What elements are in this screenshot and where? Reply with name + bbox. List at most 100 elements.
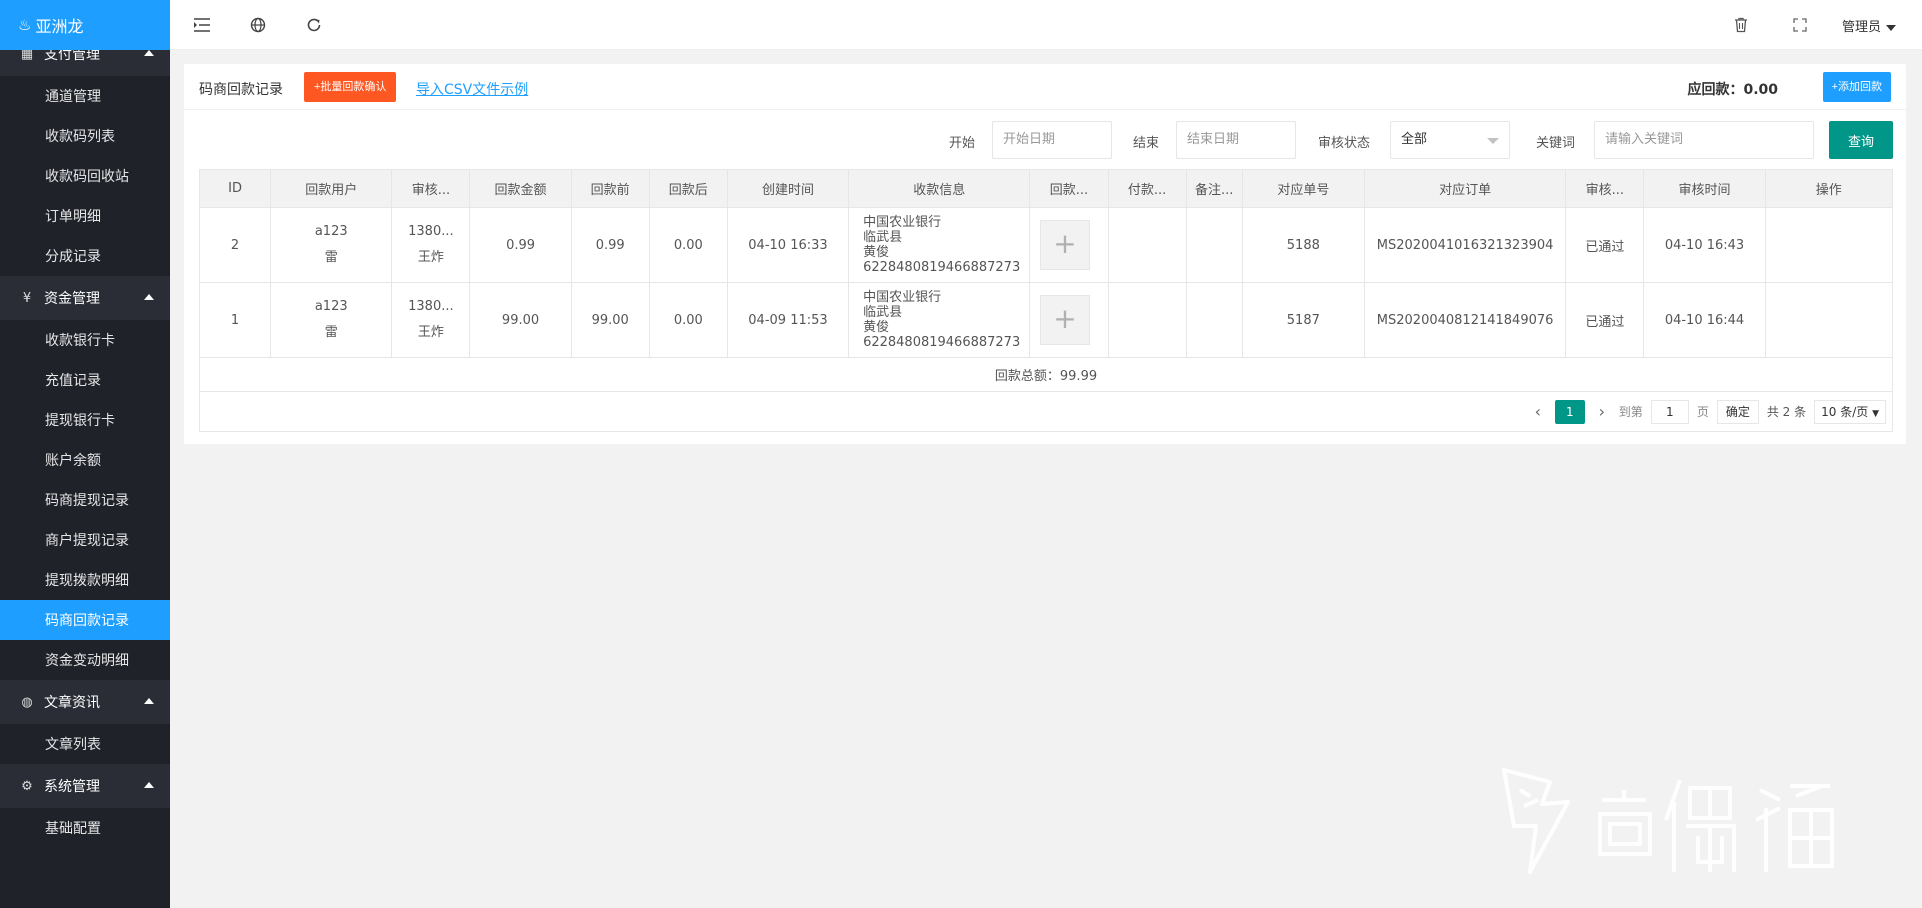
page-size-value: 10 条/页 [1821,404,1869,419]
cell-id: 2 [198,207,272,283]
sidebar-group-funds[interactable]: ¥ 资金管理 [0,276,170,320]
keyword-input[interactable]: 请输入关键词 [1594,121,1814,159]
card-number: 6228480819466887273 [863,335,1021,350]
cell-ref-no: 5188 [1241,207,1365,283]
end-date-input[interactable]: 结束日期 [1176,121,1296,159]
batch-confirm-button[interactable]: +批量回款确认 [304,72,397,102]
column-header[interactable]: ID [198,169,272,208]
column-header[interactable]: 对应订单 [1363,169,1567,208]
sidebar-item-qrcode-list[interactable]: 收款码列表 [0,116,170,156]
cell-amount: 99.00 [469,282,572,358]
cell-ref-no: 5187 [1241,282,1365,358]
repayment-card: 码商回款记录 +批量回款确认 导入CSV文件示例 应回款：0.00 +添加回款 … [184,64,1906,444]
column-header[interactable]: 回款金额 [469,169,572,208]
card-holder: 黄俊 [863,245,890,260]
current-page[interactable]: 1 [1554,399,1585,424]
cell-bank-info: 中国农业银行 临武县 黄俊 6228480819466887273 [848,282,1031,358]
refresh-icon[interactable] [303,14,325,36]
sidebar-group-articles[interactable]: ◍ 文章资讯 [0,680,170,724]
pagination-cell: ‹ 1 › 到第 1 页 确定 共 2 条 10 条/页 ▼ [199,391,1893,432]
goto-page-input[interactable]: 1 [1650,399,1689,424]
column-header[interactable]: 审核时间 [1643,169,1766,208]
admin-menu[interactable]: 管理员 [1842,16,1896,35]
sidebar-item-withdraw-card[interactable]: 提现银行卡 [0,400,170,440]
sidebar-item-repayment[interactable]: 码商回款记录 [0,600,170,640]
sidebar-item-article-list[interactable]: 文章列表 [0,724,170,764]
sidebar-item-shop-withdraw[interactable]: 商户提现记录 [0,520,170,560]
app-logo[interactable]: ♨ 亚洲龙 [0,0,170,50]
chevron-right-icon[interactable]: › [1593,402,1611,421]
column-header[interactable]: 回款用户 [270,169,393,208]
column-header[interactable]: 创建时间 [726,169,850,208]
page-title: 码商回款记录 [199,82,283,98]
column-header[interactable]: 操作 [1764,169,1894,208]
sidebar-group-system[interactable]: ⚙ 系统管理 [0,764,170,808]
status-filter-label: 审核状态 [1318,136,1371,151]
status-select[interactable]: 全部 [1390,121,1510,159]
repayment-table: ID 回款用户 审核... 回款金额 回款前 回款后 创建时间 收款信息 回款.… [198,169,1894,432]
sidebar-item-disbursement[interactable]: 提现拨款明细 [0,560,170,600]
sidebar-item-commission[interactable]: 分成记录 [0,236,170,276]
sidebar-item-fund-change[interactable]: 资金变动明细 [0,640,170,680]
sidebar-item-balance[interactable]: 账户余额 [0,440,170,480]
flame-icon: ♨ [18,16,32,34]
cell-bank-info: 中国农业银行 临武县 黄俊 6228480819466887273 [848,207,1031,283]
bank-city: 临武县 [863,230,903,245]
cell-user-account: a123 [314,299,348,314]
sidebar-item-bank-card[interactable]: 收款银行卡 [0,320,170,360]
cell-auditor: 1380... 王炸 [391,282,471,358]
total-count: 共 2 条 [1766,405,1807,419]
start-date-label: 开始 [949,136,976,151]
plus-icon[interactable]: + [1039,220,1090,270]
sidebar-item-recharge[interactable]: 充值记录 [0,360,170,400]
query-button[interactable]: 查询 [1829,121,1893,159]
csv-example-link[interactable]: 导入CSV文件示例 [416,79,528,99]
cell-user-name: 雷 [324,250,338,265]
page-size-select[interactable]: 10 条/页 ▼ [1814,399,1886,424]
column-header[interactable]: 回款后 [648,169,728,208]
sidebar-item-merchant-withdraw[interactable]: 码商提现记录 [0,480,170,520]
column-header[interactable]: 对应单号 [1241,169,1365,208]
chevron-down-icon [1487,138,1499,144]
sidebar-item-qrcode-recycle[interactable]: 收款码回收站 [0,156,170,196]
goto-confirm-button[interactable]: 确定 [1716,399,1759,424]
menu-toggle-icon[interactable] [191,14,213,36]
chevron-up-icon [144,294,154,300]
add-payment-button[interactable]: +添加回款 [1822,72,1891,102]
sidebar-item-channel[interactable]: 通道管理 [0,76,170,116]
plus-icon[interactable]: + [1039,295,1090,345]
cell-before: 99.00 [570,282,650,358]
column-header[interactable]: 备注... [1185,169,1243,208]
status-select-value: 全部 [1401,132,1428,147]
sidebar-item-order-detail[interactable]: 订单明细 [0,196,170,236]
cell-user-name: 雷 [324,325,338,340]
sidebar-group-label: 文章资讯 [44,695,100,711]
cell-user-account: a123 [314,224,348,239]
cell-after: 0.00 [648,207,728,283]
sidebar-item-basic-config[interactable]: 基础配置 [0,808,170,848]
chevron-left-icon[interactable]: ‹ [1529,402,1547,421]
app-logo-text: 亚洲龙 [35,17,84,36]
cell-remark [1185,282,1243,358]
cell-status: 已通过 [1565,207,1645,283]
column-header[interactable]: 回款前 [570,169,650,208]
cell-audit-time: 04-10 16:44 [1643,282,1766,358]
cell-after: 0.00 [648,282,728,358]
globe-icon[interactable] [247,14,269,36]
column-header[interactable]: 审核... [391,169,471,208]
end-date-label: 结束 [1133,136,1160,151]
sidebar: ▦ 支付管理 通道管理 收款码列表 收款码回收站 订单明细 分成记录 ¥ 资金管… [0,0,170,908]
trash-icon[interactable] [1730,14,1752,36]
cell-operations [1764,207,1894,283]
column-header[interactable]: 审核... [1565,169,1645,208]
cell-before: 0.99 [570,207,650,283]
column-header[interactable]: 付款... [1107,169,1187,208]
column-header[interactable]: 回款... [1029,169,1109,208]
gear-icon: ⚙ [21,778,33,794]
column-header[interactable]: 收款信息 [848,169,1031,208]
fullscreen-icon[interactable] [1789,14,1811,36]
start-date-input[interactable]: 开始日期 [992,121,1112,159]
sidebar-group-label: 系统管理 [44,779,100,795]
sidebar-group-label: 资金管理 [44,291,100,307]
page-unit-label: 页 [1696,405,1709,419]
